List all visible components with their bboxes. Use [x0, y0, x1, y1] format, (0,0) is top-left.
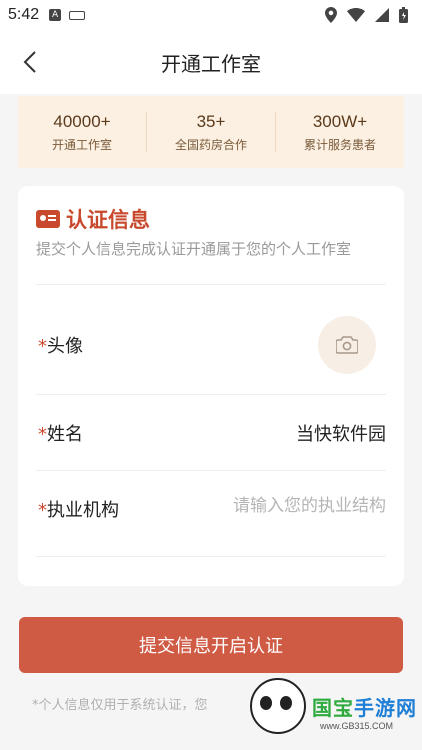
- required-mark: *: [38, 500, 47, 521]
- name-label: *姓名: [38, 420, 83, 446]
- verification-card: 认证信息 提交个人信息完成认证开通属于您的个人工作室 *头像 *姓名 当快软件园…: [18, 186, 404, 586]
- battery-icon: [399, 7, 408, 23]
- name-label-text: 姓名: [47, 424, 83, 445]
- avatar-label-text: 头像: [47, 336, 83, 357]
- stat-value: 300W+: [312, 111, 368, 131]
- stat-pharmacies: 35+ 全国药房合作: [147, 112, 276, 152]
- signal-icon: [375, 8, 389, 22]
- watermark-brand-1: 国宝: [312, 696, 354, 720]
- divider: [36, 394, 386, 395]
- panda-icon: [250, 678, 306, 734]
- stat-label: 开通工作室: [51, 137, 112, 152]
- wifi-icon: [347, 8, 365, 22]
- divider: [36, 284, 386, 285]
- divider: [36, 470, 386, 471]
- stat-label: 全国药房合作: [174, 137, 247, 152]
- keyboard-icon: [69, 10, 86, 20]
- avatar-label: *头像: [38, 332, 83, 358]
- avatar-upload-button[interactable]: [318, 316, 376, 374]
- status-time: 5:42: [8, 6, 40, 23]
- id-card-icon: [36, 210, 60, 228]
- stat-value: 35+: [196, 111, 226, 131]
- watermark-logo: 国宝手游网 www.GB315.COM: [240, 664, 420, 748]
- org-input[interactable]: [176, 496, 386, 516]
- nav-bar: 开通工作室: [0, 30, 422, 94]
- card-subtitle: 提交个人信息完成认证开通属于您的个人工作室: [36, 240, 352, 258]
- privacy-note: *个人信息仅用于系统认证，您: [32, 698, 208, 713]
- org-label-text: 执业机构: [47, 500, 119, 521]
- stat-value: 40000+: [53, 111, 111, 131]
- name-value[interactable]: 当快软件园: [296, 420, 386, 446]
- stat-patients: 300W+ 累计服务患者: [276, 112, 404, 152]
- stat-studios: 40000+ 开通工作室: [18, 112, 147, 152]
- divider: [36, 556, 386, 557]
- watermark-brand-2: 手游网: [354, 696, 417, 720]
- location-icon: [325, 7, 337, 23]
- page-title: 开通工作室: [161, 51, 261, 76]
- app-a-icon: A: [49, 9, 62, 21]
- stats-strip: 40000+ 开通工作室 35+ 全国药房合作 300W+ 累计服务患者: [18, 96, 404, 168]
- required-mark: *: [38, 424, 47, 445]
- chevron-left-icon: [23, 51, 36, 73]
- card-header: 认证信息: [36, 204, 150, 234]
- required-mark: *: [38, 336, 47, 357]
- camera-icon: [336, 336, 358, 354]
- watermark-site: www.GB315.COM: [320, 721, 394, 731]
- back-button[interactable]: [14, 46, 46, 78]
- watermark-brand: 国宝手游网: [312, 692, 417, 721]
- org-label: *执业机构: [38, 496, 119, 522]
- stat-label: 累计服务患者: [303, 137, 376, 152]
- card-title: 认证信息: [66, 207, 150, 232]
- status-bar: 5:42 A: [0, 0, 422, 30]
